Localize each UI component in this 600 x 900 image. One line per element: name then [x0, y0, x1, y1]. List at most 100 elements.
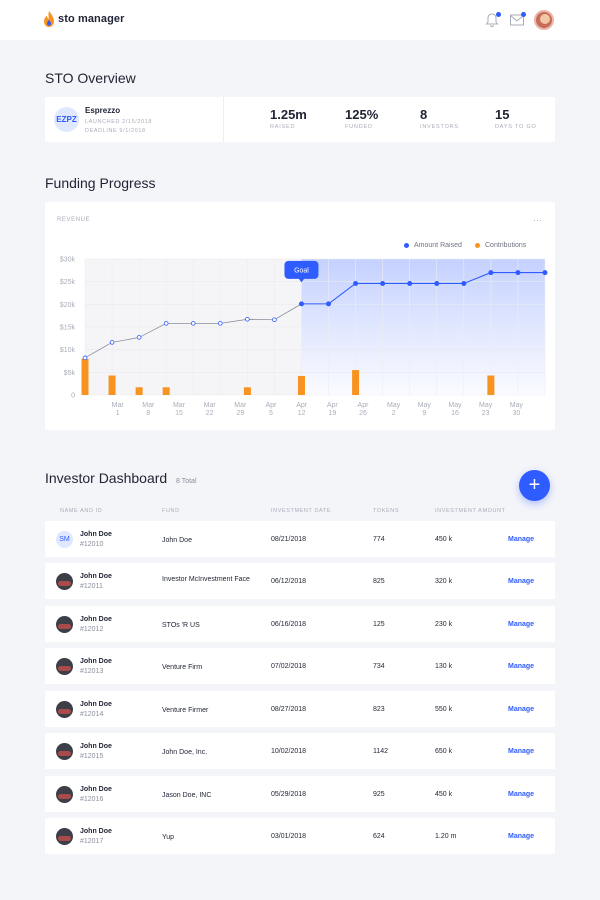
investment-tokens: 823	[373, 706, 385, 713]
investor-avatar	[56, 786, 73, 803]
goal-label: Goal	[294, 267, 309, 274]
investment-amount: 450 k	[435, 536, 453, 543]
investor-id: #12017	[80, 838, 104, 845]
investment-date: 05/29/2018	[271, 791, 307, 798]
stat-funded: 125% FUNDED	[345, 107, 378, 130]
investor-fund: Venture Firmer	[162, 707, 209, 714]
investment-date: 08/21/2018	[271, 536, 307, 543]
amount-point	[515, 270, 521, 276]
x-tick-label: Apr	[327, 402, 339, 409]
amount-point	[434, 280, 440, 286]
manage-link[interactable]: Manage	[508, 578, 534, 585]
investor-fund: John Doe, Inc.	[162, 749, 208, 756]
column-header-amount: INVESTMENT AMOUNT	[435, 508, 506, 514]
x-tick-label: Mar	[173, 402, 186, 409]
amount-point	[380, 280, 386, 286]
investor-id: #12015	[80, 753, 104, 760]
contribution-bar	[162, 387, 170, 395]
amount-point	[326, 301, 332, 307]
x-tick-label: May	[448, 402, 462, 409]
user-avatar[interactable]	[534, 10, 554, 30]
table-row[interactable]: John Doe #12017 Yup 03/01/2018 624 1.20 m Mana…	[45, 818, 555, 854]
investor-name: John Doe	[80, 658, 112, 665]
investor-fund: Jason Doe, INC	[162, 792, 212, 799]
overview-divider	[223, 97, 224, 142]
table-row[interactable]: John Doe #12016 Jason Doe, INC 05/29/2018 92…	[45, 776, 555, 812]
x-tick-label: 26	[359, 410, 367, 417]
project-launched: LAUNCHED 2/15/2018	[85, 119, 153, 125]
manage-link[interactable]: Manage	[508, 748, 534, 755]
investor-fund: Investor McInvestment Face	[162, 576, 250, 583]
top-bar: sto manager	[0, 0, 600, 40]
amount-point	[407, 280, 413, 286]
table-row[interactable]: SM John Doe #12010 John Doe 08/21/2018 774 450…	[45, 521, 555, 557]
investment-tokens: 774	[373, 536, 385, 543]
investment-date: 07/02/2018	[271, 663, 307, 670]
project-name: Esprezzo	[85, 106, 121, 115]
stat-raised: 1.25m RAISED	[270, 107, 307, 130]
x-tick-label: Mar	[112, 402, 125, 409]
investment-amount: 320 k	[435, 578, 453, 585]
amount-point	[298, 301, 304, 307]
amount-point	[542, 270, 548, 276]
x-tick-label: Apr	[296, 402, 308, 409]
x-tick-label: May	[387, 402, 401, 409]
investment-amount: 230 k	[435, 621, 453, 628]
investment-amount: 1.20 m	[435, 833, 457, 840]
x-tick-label: May	[510, 402, 524, 409]
flame-logo-icon	[44, 11, 54, 27]
amount-point	[82, 355, 88, 361]
investment-amount: 130 k	[435, 663, 453, 670]
manage-link[interactable]: Manage	[508, 706, 534, 713]
manage-link[interactable]: Manage	[508, 663, 534, 670]
project-badge: EZPZ	[54, 107, 79, 132]
investment-amount: 550 k	[435, 706, 453, 713]
amount-point	[245, 316, 250, 322]
investment-date: 10/02/2018	[271, 748, 307, 755]
investment-date: 06/12/2018	[271, 578, 307, 585]
stat-days: 15 DAYS TO GO	[495, 107, 537, 130]
manage-link[interactable]: Manage	[508, 791, 534, 798]
table-row[interactable]: John Doe #12011 Investor McInvestment Face…	[45, 563, 555, 599]
investor-name: John Doe	[80, 701, 112, 708]
investor-avatar	[56, 658, 73, 675]
investor-avatar	[56, 573, 73, 590]
table-row[interactable]: John Doe #12014 Venture Firmer 08/27/2018 82…	[45, 691, 555, 727]
investment-date: 03/01/2018	[271, 833, 307, 840]
manage-link[interactable]: Manage	[508, 621, 534, 628]
contribution-bar	[81, 358, 89, 395]
amount-point	[190, 321, 196, 326]
investor-name: John Doe	[80, 828, 112, 835]
table-row[interactable]: John Doe #12012 STOs 'R US 06/16/2018 125 230…	[45, 606, 555, 642]
y-tick-label: $30k	[60, 257, 76, 264]
table-row[interactable]: John Doe #12015 John Doe, Inc. 10/02/2018 11…	[45, 733, 555, 769]
y-tick-label: $10k	[60, 347, 76, 354]
contribution-bar	[108, 375, 116, 395]
manage-link[interactable]: Manage	[508, 536, 534, 543]
x-tick-label: 1	[116, 410, 120, 417]
investor-id: #12016	[80, 796, 104, 803]
manage-link[interactable]: Manage	[508, 833, 534, 840]
investor-id: #12010	[80, 541, 104, 548]
x-tick-label: 30	[512, 410, 520, 417]
stat-days-label: DAYS TO GO	[495, 124, 537, 130]
funding-chart: 0$5k$10k$15k$20k$25k$30kMar1Mar8Mar15Mar…	[60, 257, 548, 417]
x-tick-label: 5	[269, 410, 273, 417]
table-row[interactable]: John Doe #12013 Venture Firm 07/02/2018 734 1…	[45, 648, 555, 684]
investor-avatar: SM	[56, 531, 73, 548]
x-tick-label: 19	[328, 410, 336, 417]
investor-fund: STOs 'R US	[162, 622, 200, 629]
x-tick-label: Mar	[234, 402, 247, 409]
contribution-bar	[487, 375, 495, 395]
x-tick-label: Mar	[142, 402, 155, 409]
stat-days-value: 15	[495, 107, 510, 122]
investor-name: John Doe	[80, 531, 112, 538]
overview-card: EZPZ Esprezzo LAUNCHED 2/15/2018 DEADLIN…	[45, 97, 555, 142]
amount-point	[136, 335, 142, 340]
app-logo[interactable]: sto manager	[44, 11, 125, 27]
investor-id: #12014	[80, 711, 104, 718]
investment-amount: 450 k	[435, 791, 453, 798]
project-deadline: DEADLINE 9/1/2018	[85, 128, 146, 134]
x-tick-label: Apr	[266, 402, 278, 409]
add-investor-button[interactable]: +	[519, 470, 550, 501]
